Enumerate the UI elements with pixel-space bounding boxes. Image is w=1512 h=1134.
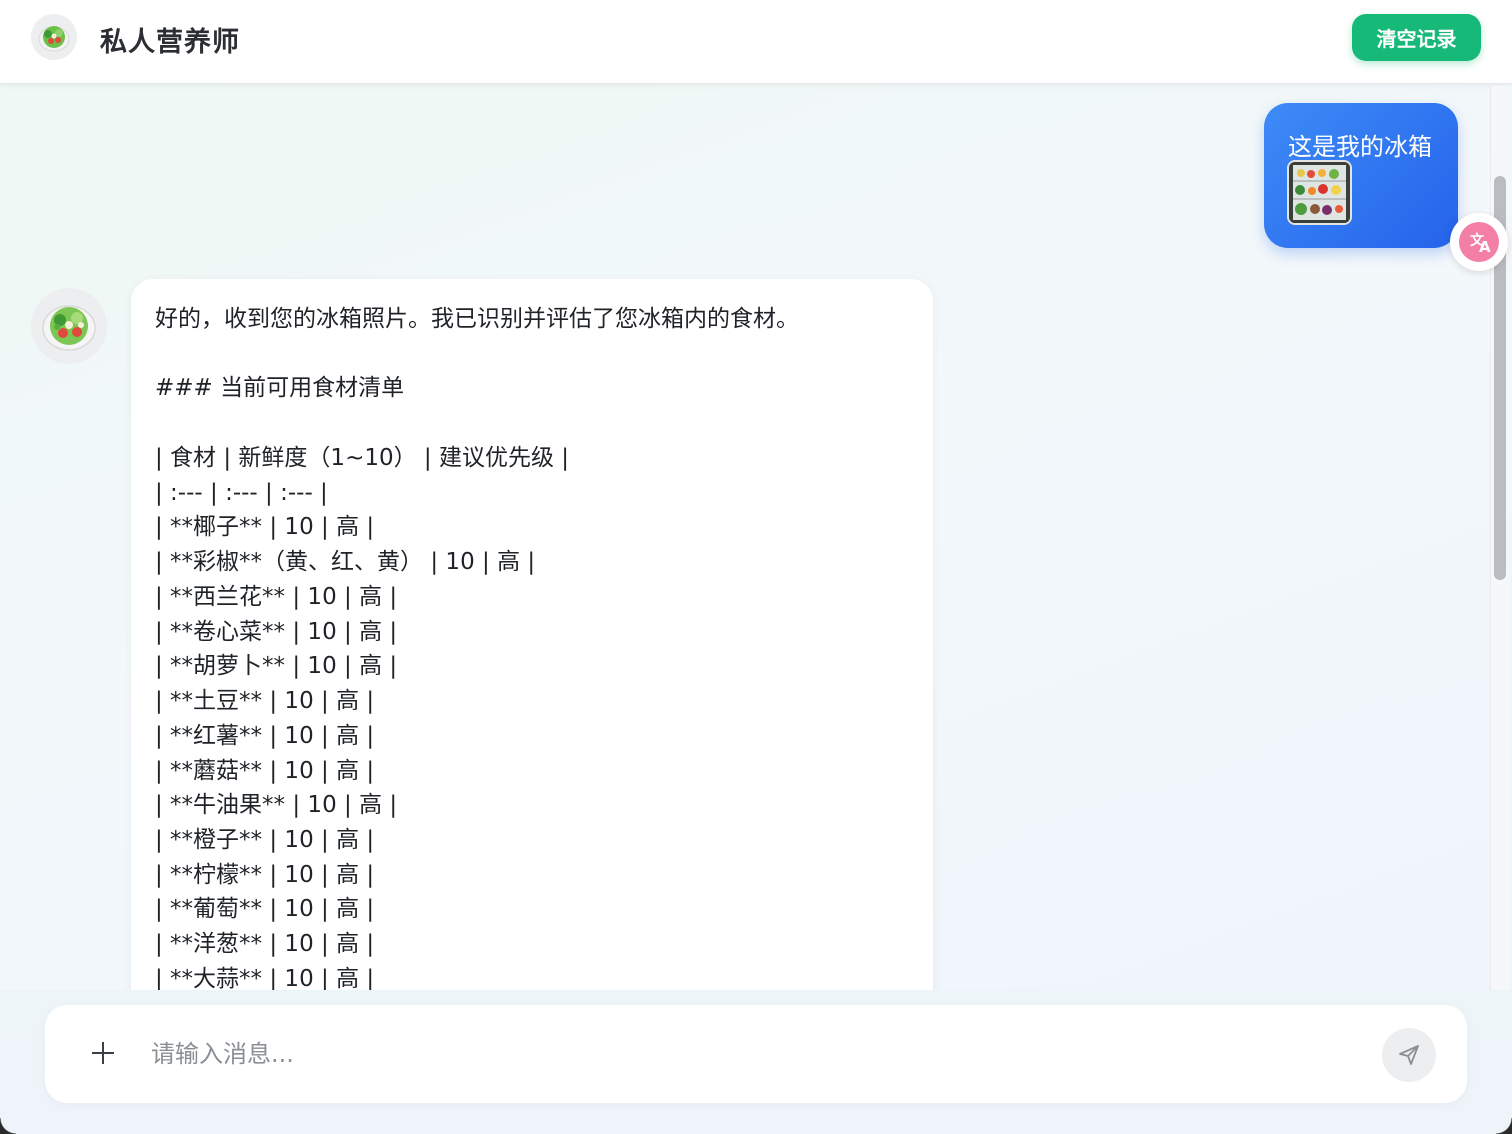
user-message-bubble: 这是我的冰箱 bbox=[1264, 103, 1458, 248]
svg-text:A: A bbox=[1479, 238, 1491, 256]
message-line: | 食材 | 新鲜度（1~10） | 建议优先级 | bbox=[155, 445, 570, 471]
send-button[interactable] bbox=[1382, 1028, 1436, 1082]
message-line: | **橙子** | 10 | 高 | bbox=[155, 827, 375, 853]
window-corner bbox=[1496, 1118, 1512, 1134]
message-line: | **胡萝卜** | 10 | 高 | bbox=[155, 653, 398, 679]
translate-button[interactable]: 文 A bbox=[1450, 213, 1508, 271]
message-line: | **葡萄** | 10 | 高 | bbox=[155, 896, 375, 922]
message-line: | **土豆** | 10 | 高 | bbox=[155, 688, 375, 714]
salad-icon bbox=[42, 305, 96, 351]
send-icon bbox=[1399, 1045, 1419, 1065]
message-line: | **卷心菜** | 10 | 高 | bbox=[155, 619, 398, 645]
message-line: ### 当前可用食材清单 bbox=[155, 375, 405, 401]
app-header: 私人营养师 清空记录 bbox=[0, 0, 1512, 84]
assistant-message-bubble: 好的，收到您的冰箱照片。我已识别并评估了您冰箱内的食材。 ### 当前可用食材清… bbox=[131, 279, 933, 1019]
assistant-avatar bbox=[31, 288, 107, 364]
clear-history-button[interactable]: 清空记录 bbox=[1352, 14, 1481, 61]
page-title: 私人营养师 bbox=[100, 27, 240, 58]
message-line: | **红薯** | 10 | 高 | bbox=[155, 723, 375, 749]
message-input[interactable] bbox=[151, 1029, 1361, 1079]
message-composer bbox=[45, 1005, 1467, 1103]
message-line: | :--- | :--- | :--- | bbox=[155, 480, 328, 506]
message-line: | **椰子** | 10 | 高 | bbox=[155, 514, 375, 540]
message-line: | **洋葱** | 10 | 高 | bbox=[155, 931, 375, 957]
message-line: | **牛油果** | 10 | 高 | bbox=[155, 792, 398, 818]
window-corner bbox=[0, 1118, 16, 1134]
salad-icon bbox=[31, 14, 77, 60]
message-line: | **彩椒**（黄、红、黄） | 10 | 高 | bbox=[155, 549, 536, 575]
fridge-photo-thumbnail[interactable] bbox=[1287, 160, 1352, 225]
user-message-text: 这是我的冰箱 bbox=[1288, 133, 1432, 161]
attach-button[interactable] bbox=[85, 1035, 121, 1071]
message-line: | **西兰花** | 10 | 高 | bbox=[155, 584, 398, 610]
message-line: 好的，收到您的冰箱照片。我已识别并评估了您冰箱内的食材。 bbox=[155, 306, 799, 332]
plus-icon bbox=[92, 1042, 114, 1064]
message-line: | **柠檬** | 10 | 高 | bbox=[155, 862, 375, 888]
message-line: | **蘑菇** | 10 | 高 | bbox=[155, 758, 375, 784]
translate-icon: 文 A bbox=[1459, 222, 1499, 262]
